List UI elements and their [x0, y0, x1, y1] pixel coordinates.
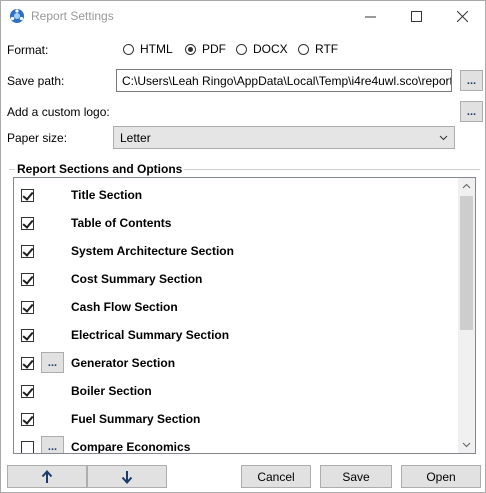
section-label: System Architecture Section — [71, 244, 234, 258]
section-label: Compare Economics — [71, 440, 191, 454]
section-label: Generator Section — [71, 356, 176, 370]
section-options-button[interactable]: ... — [41, 352, 64, 373]
close-icon — [456, 11, 468, 22]
radio-circle — [236, 43, 247, 55]
window-title: Report Settings — [31, 9, 114, 23]
scroll-thumb[interactable] — [460, 196, 473, 330]
maximize-icon — [410, 11, 422, 22]
format-label: Format: — [7, 43, 49, 57]
report-settings-window: Report Settings Format: HTML PDF DOCX RT… — [0, 0, 486, 493]
format-radio-docx[interactable]: DOCX — [236, 42, 288, 56]
scroll-up-arrow-icon[interactable] — [458, 178, 475, 195]
save-button[interactable]: Save — [320, 465, 392, 488]
save-path-input[interactable]: C:\Users\Leah Ringo\AppData\Local\Temp\i… — [116, 69, 452, 92]
chevron-down-icon — [462, 442, 471, 448]
custom-logo-label: Add a custom logo: — [7, 105, 110, 119]
list-item: System Architecture Section — [14, 236, 454, 264]
section-label: Electrical Summary Section — [71, 328, 230, 342]
arrow-up-icon — [41, 469, 53, 483]
close-button[interactable] — [439, 1, 485, 32]
paper-size-label: Paper size: — [7, 131, 68, 145]
section-label: Table of Contents — [71, 216, 172, 230]
section-checkbox[interactable] — [21, 329, 34, 342]
format-radio-html[interactable]: HTML — [123, 42, 173, 56]
app-icon — [10, 9, 24, 23]
arrow-down-icon — [121, 470, 133, 484]
save-path-label: Save path: — [7, 74, 65, 88]
list-item: Cash Flow Section — [14, 292, 454, 320]
section-checkbox[interactable] — [21, 273, 34, 286]
format-option-label: RTF — [315, 42, 339, 56]
chevron-down-icon — [439, 135, 448, 141]
paper-size-value: Letter — [120, 131, 151, 145]
move-down-button[interactable] — [87, 465, 167, 488]
minimize-button[interactable] — [347, 1, 393, 32]
section-label: Cash Flow Section — [71, 300, 178, 314]
radio-circle — [298, 43, 309, 55]
custom-logo-browse-button[interactable]: ... — [460, 101, 483, 122]
list-item: Table of Contents — [14, 208, 454, 236]
section-label: Title Section — [71, 188, 143, 202]
list-item: ... Compare Economics — [14, 432, 454, 454]
move-up-button[interactable] — [7, 465, 87, 488]
list-item: Electrical Summary Section — [14, 320, 454, 348]
section-options-button[interactable]: ... — [41, 436, 64, 453]
section-checkbox[interactable] — [21, 189, 34, 202]
save-path-browse-button[interactable]: ... — [460, 70, 483, 91]
sections-list[interactable]: Title Section Table of Contents System A… — [13, 177, 476, 454]
format-option-label: HTML — [140, 42, 173, 56]
list-item: Cost Summary Section — [14, 264, 454, 292]
format-radio-pdf[interactable]: PDF — [185, 42, 226, 56]
list-item: ... Generator Section — [14, 348, 454, 376]
section-label: Fuel Summary Section — [71, 412, 201, 426]
section-checkbox[interactable] — [21, 413, 34, 426]
section-label: Boiler Section — [71, 384, 152, 398]
list-item: Boiler Section — [14, 376, 454, 404]
section-checkbox[interactable] — [21, 385, 34, 398]
paper-size-select[interactable]: Letter — [113, 126, 455, 149]
radio-circle — [123, 43, 134, 55]
section-checkbox[interactable] — [21, 357, 34, 370]
open-button[interactable]: Open — [401, 465, 481, 488]
section-checkbox[interactable] — [21, 301, 34, 314]
format-option-label: DOCX — [253, 42, 288, 56]
section-label: Cost Summary Section — [71, 272, 203, 286]
section-checkbox[interactable] — [21, 441, 34, 453]
title-bar[interactable]: Report Settings — [1, 1, 485, 32]
chevron-up-icon — [462, 183, 471, 189]
section-checkbox[interactable] — [21, 217, 34, 230]
maximize-button[interactable] — [393, 1, 439, 32]
list-item: Fuel Summary Section — [14, 404, 454, 432]
scroll-down-arrow-icon[interactable] — [458, 436, 475, 453]
list-item: Title Section — [14, 180, 454, 208]
minimize-icon — [364, 16, 376, 18]
sections-group-title: Report Sections and Options — [15, 162, 185, 176]
cancel-button[interactable]: Cancel — [241, 465, 311, 488]
section-checkbox[interactable] — [21, 245, 34, 258]
format-radio-rtf[interactable]: RTF — [298, 42, 338, 56]
radio-circle-selected — [185, 43, 196, 55]
vertical-scrollbar[interactable] — [458, 178, 475, 453]
format-option-label: PDF — [202, 42, 226, 56]
